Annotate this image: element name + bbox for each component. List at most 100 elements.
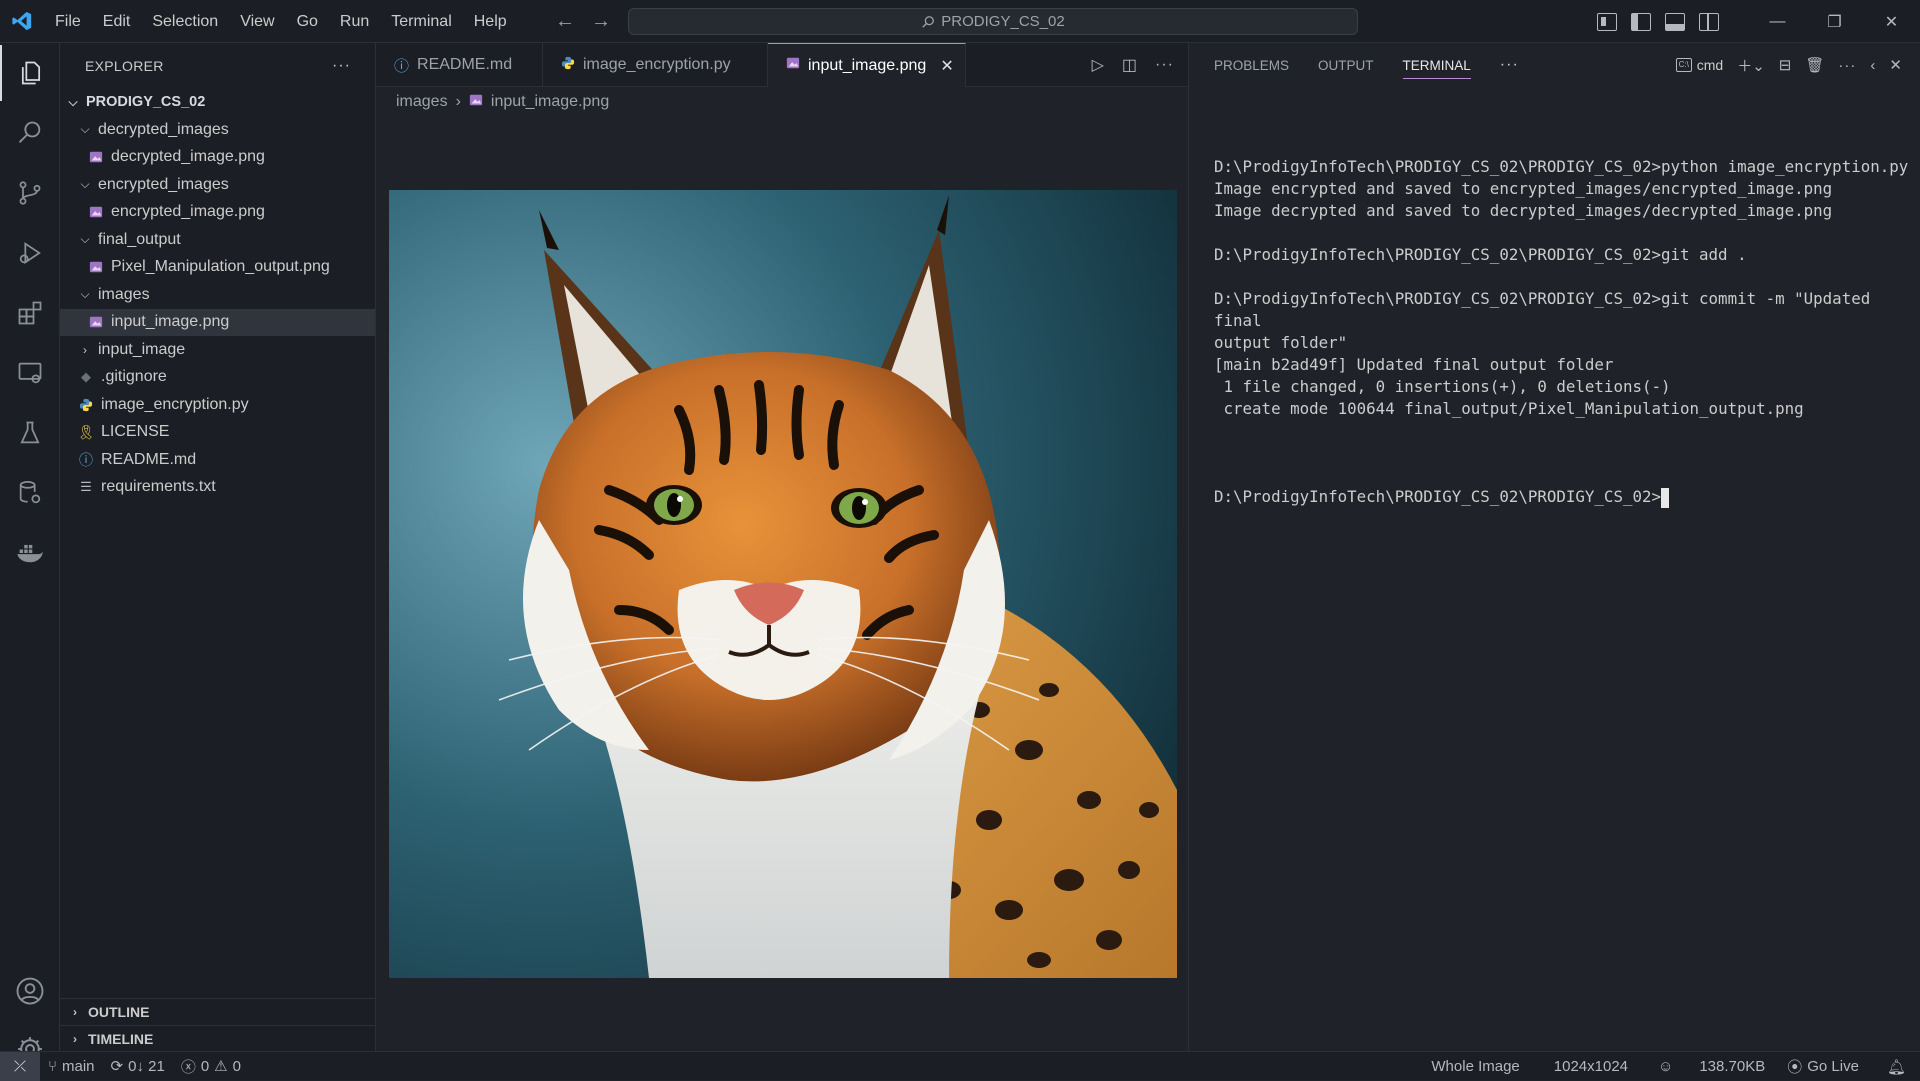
vscode-logo-icon[interactable] (0, 0, 44, 43)
tree-file[interactable]: image_encryption.py (60, 391, 375, 419)
sync-indicator[interactable]: ⟳ 0↓ 21 (103, 1057, 173, 1076)
tab-problems[interactable]: PROBLEMS (1214, 58, 1289, 73)
menu-view[interactable]: View (229, 0, 285, 43)
chevron-down-icon: ⌵ (80, 232, 90, 247)
toggle-secondary-sidebar-icon[interactable] (1699, 12, 1719, 31)
tree-file[interactable]: 🎗︎ LICENSE (60, 419, 375, 447)
chevron-right-icon: › (455, 93, 461, 110)
more-actions-icon[interactable]: ··· (1838, 57, 1856, 74)
close-icon[interactable]: ✕ (940, 56, 953, 76)
chevron-right-icon: › (83, 342, 87, 357)
image-view-mode[interactable]: Whole Image (1423, 1058, 1545, 1075)
go-live-button[interactable]: ⦿ Go Live (1779, 1056, 1879, 1077)
menu-run[interactable]: Run (329, 0, 380, 43)
editor-tabs: ⓘ README.md image_encryption.py input_im… (376, 43, 1188, 87)
tree-file[interactable]: ☰ requirements.txt (60, 474, 375, 502)
problems-indicator[interactable]: ⓧ 0 ⚠ 0 (173, 1056, 249, 1077)
menu-file[interactable]: File (44, 0, 92, 43)
remote-explorer-icon[interactable] (0, 345, 60, 401)
minimize-icon[interactable]: — (1749, 0, 1806, 43)
breadcrumb-file[interactable]: input_image.png (491, 93, 609, 111)
menu-selection[interactable]: Selection (141, 0, 229, 43)
restore-icon[interactable]: ❐ (1806, 0, 1863, 43)
info-icon: ⓘ (79, 451, 93, 468)
tree-file[interactable]: encrypted_image.png (60, 199, 375, 227)
close-window-icon[interactable]: ✕ (1863, 0, 1920, 43)
tab-image-encryption[interactable]: image_encryption.py (543, 43, 768, 87)
terminal-shell-selector[interactable]: C:\ cmd (1675, 57, 1723, 73)
run-play-icon[interactable]: ▷ (1092, 55, 1104, 75)
menu-go[interactable]: Go (286, 0, 329, 43)
tree-item-label: input_image (98, 340, 186, 358)
tree-file[interactable]: input_image.png (60, 308, 375, 336)
tree-file[interactable]: Pixel_Manipulation_output.png (60, 254, 375, 282)
new-terminal-icon[interactable]: ＋⌄ (1737, 55, 1765, 76)
more-actions-icon[interactable]: ··· (1155, 56, 1174, 74)
outline-label: OUTLINE (88, 1004, 150, 1020)
breadcrumb-folder[interactable]: images (396, 93, 448, 111)
tree-file[interactable]: ⓘ README.md (60, 446, 375, 474)
chevron-left-icon[interactable]: ‹ (1870, 57, 1875, 74)
tree-file[interactable]: decrypted_image.png (60, 144, 375, 172)
kill-terminal-trash-icon[interactable]: 🗑 (1805, 56, 1824, 74)
terminal-prompt-line[interactable]: D:\ProdigyInfoTech\PRODIGY_CS_02\PRODIGY… (1214, 486, 1914, 508)
remote-indicator-icon[interactable]: ⤫ (0, 1051, 40, 1081)
image-icon (88, 314, 104, 330)
extensions-icon[interactable] (0, 285, 60, 341)
tab-output[interactable]: OUTPUT (1318, 58, 1374, 73)
terminal-line: Image decrypted and saved to decrypted_i… (1214, 201, 1833, 220)
copilot-icon[interactable]: ☺ (1650, 1058, 1691, 1075)
tree-folder[interactable]: › input_image (60, 336, 375, 364)
split-terminal-icon[interactable]: ⊟ (1779, 56, 1792, 74)
tab-label: README.md (417, 56, 513, 73)
tree-file[interactable]: ◆ .gitignore (60, 364, 375, 392)
workspace-root[interactable]: ⌵ PRODIGY_CS_02 (60, 88, 375, 116)
more-actions-icon[interactable]: ··· (332, 57, 351, 75)
database-icon[interactable] (0, 465, 60, 521)
license-icon: 🎗︎ (77, 423, 95, 440)
terminal-line: D:\ProdigyInfoTech\PRODIGY_CS_02\PRODIGY… (1214, 245, 1747, 264)
docker-icon[interactable] (0, 525, 60, 581)
editor-area: ⓘ README.md image_encryption.py input_im… (376, 43, 1188, 1051)
tree-folder[interactable]: ⌵ images (60, 281, 375, 309)
tree-item-label: .gitignore (101, 368, 167, 386)
branch-indicator[interactable]: ⑂ main (40, 1058, 103, 1075)
run-debug-icon[interactable] (0, 225, 60, 281)
forward-arrow-icon[interactable]: → (591, 10, 611, 33)
more-views-icon[interactable]: ··· (1500, 56, 1519, 74)
tree-folder[interactable]: ⌵ decrypted_images (60, 116, 375, 144)
tab-readme[interactable]: ⓘ README.md (376, 43, 543, 87)
testing-icon[interactable] (0, 405, 60, 461)
accounts-icon[interactable] (0, 963, 60, 1019)
tree-folder[interactable]: ⌵ final_output (60, 226, 375, 254)
tree-folder[interactable]: ⌵ encrypted_images (60, 171, 375, 199)
menu-help[interactable]: Help (463, 0, 518, 43)
source-control-icon[interactable] (0, 165, 60, 221)
split-editor-icon[interactable]: ◫ (1122, 55, 1137, 75)
close-panel-icon[interactable]: ✕ (1889, 56, 1902, 74)
tab-input-image[interactable]: input_image.png ✕ (768, 43, 966, 87)
explorer-icon[interactable] (0, 45, 60, 101)
search-icon (922, 15, 935, 28)
tab-terminal[interactable]: TERMINAL (1402, 58, 1471, 79)
menu-terminal[interactable]: Terminal (380, 0, 462, 43)
command-center-search[interactable]: PRODIGY_CS_02 (628, 8, 1358, 35)
size-label: 138.70KB (1699, 1058, 1766, 1075)
notifications-bell-icon[interactable]: 🔔︎ (1879, 1058, 1920, 1076)
toggle-panel-icon[interactable] (1665, 12, 1685, 31)
tree-item-label: image_encryption.py (101, 395, 249, 413)
view-mode-label: Whole Image (1431, 1058, 1520, 1075)
menu-edit[interactable]: Edit (92, 0, 142, 43)
toggle-primary-sidebar-icon[interactable] (1631, 12, 1651, 31)
outline-section[interactable]: › OUTLINE (60, 998, 376, 1025)
terminal-output[interactable]: D:\ProdigyInfoTech\PRODIGY_CS_02\PRODIGY… (1214, 112, 1914, 552)
timeline-section[interactable]: › TIMELINE (60, 1025, 376, 1052)
command-center-label: PRODIGY_CS_02 (941, 13, 1065, 30)
tree-item-label: Pixel_Manipulation_output.png (111, 258, 330, 276)
back-arrow-icon[interactable]: ← (555, 10, 575, 33)
image-icon (88, 149, 104, 165)
search-icon[interactable] (0, 105, 60, 161)
customize-layout-icon[interactable] (1597, 12, 1617, 31)
